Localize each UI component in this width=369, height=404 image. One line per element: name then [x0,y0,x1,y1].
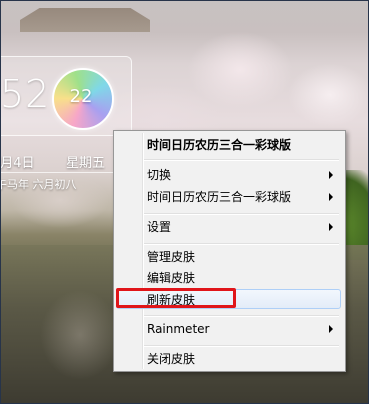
submenu-arrow-icon [329,171,333,179]
lunar-date-text: 午马年 六月初八 [0,178,77,191]
submenu-arrow-icon [329,193,333,201]
menu-item-label: 关闭皮肤 [147,352,196,366]
menu-item-edit-skin[interactable]: 编辑皮肤 [116,268,341,288]
widget-divider [0,172,114,173]
menu-separator [144,159,339,161]
red-highlight-annotation [116,288,236,308]
date-text: 7月4日 [0,156,35,171]
menu-item-label: Rainmeter [147,322,210,336]
context-menu: 时间日历农历三合一彩球版 切换 时间日历农历三合一彩球版 设置 管理皮肤 编辑皮… [113,130,346,372]
menu-item-switch[interactable]: 切换 [116,165,341,185]
menu-item-label: 编辑皮肤 [147,271,196,285]
menu-title-label: 时间日历农历三合一彩球版 [147,138,292,152]
menu-separator [144,315,339,317]
submenu-arrow-icon [329,325,333,333]
menu-item-label: 管理皮肤 [147,250,196,264]
menu-item-close-skin[interactable]: 关闭皮肤 [116,349,341,369]
orb-number: 22 [69,86,93,107]
menu-item-skin-config[interactable]: 时间日历农历三合一彩球版 [116,187,341,207]
menu-title: 时间日历农历三合一彩球版 [116,135,341,155]
menu-item-rainmeter[interactable]: Rainmeter [116,319,341,339]
wallpaper-reflection [40,290,120,380]
submenu-arrow-icon [329,223,333,231]
menu-separator [144,213,339,215]
clock-minutes: 52 [0,72,51,116]
menu-separator [144,243,339,245]
menu-separator [144,345,339,347]
menu-item-label: 设置 [147,220,172,234]
menu-item-settings[interactable]: 设置 [116,217,341,237]
wallpaper-building [20,8,150,32]
menu-item-label: 时间日历农历三合一彩球版 [147,190,292,204]
menu-item-manage-skin[interactable]: 管理皮肤 [116,247,341,267]
menu-item-label: 切换 [147,168,172,182]
weekday-text: 星期五 [66,156,106,171]
